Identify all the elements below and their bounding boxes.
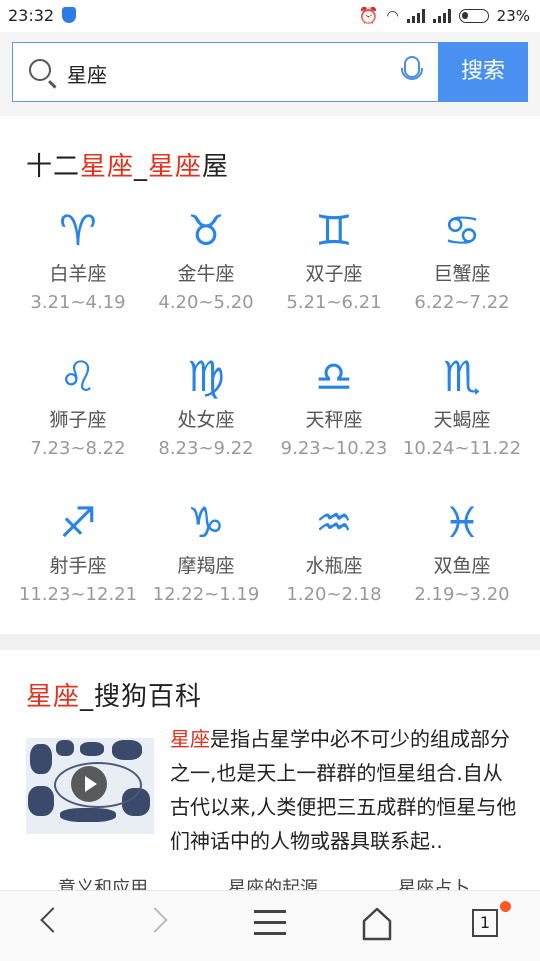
zodiac-name: 巨蟹座 — [433, 263, 491, 285]
zodiac-item-cancer[interactable]: ♋ 巨蟹座 6.22~7.22 — [398, 208, 526, 314]
baike-description[interactable]: 星座是指占星学中必不可少的组成部分之一,也是天上一群群的恒星组合.自从古代以来,… — [170, 722, 520, 858]
status-bar: 23:32 ⏰ ◠ 23% — [0, 0, 540, 32]
zodiac-date: 11.23~12.21 — [18, 584, 138, 605]
zodiac-name: 射手座 — [49, 555, 107, 577]
battery-icon — [458, 8, 489, 23]
sagittarius-icon: ♐ — [59, 498, 97, 547]
zodiac-name: 摩羯座 — [177, 555, 235, 577]
title-part: 屋 — [202, 152, 230, 182]
desc-text: 是指占星学中必不可少的组成部分之一,也是天上一群群的恒星组合.自从古代以来,人类… — [170, 727, 517, 853]
zodiac-item-taurus[interactable]: ♉ 金牛座 4.20~5.20 — [142, 208, 270, 314]
zodiac-item-leo[interactable]: ♌ 狮子座 7.23~8.22 — [14, 354, 142, 460]
search-icon — [29, 59, 51, 81]
search-button[interactable]: 搜索 — [438, 42, 528, 102]
home-icon[interactable] — [362, 907, 392, 941]
desc-highlight: 星座 — [170, 727, 210, 751]
title-highlight: 星座 — [148, 152, 203, 182]
zodiac-date: 2.19~3.20 — [414, 584, 510, 605]
signal-icon-2 — [432, 8, 451, 23]
zodiac-date: 1.20~2.18 — [286, 584, 382, 605]
leo-icon: ♌ — [59, 352, 97, 401]
zodiac-name: 水瓶座 — [305, 555, 363, 577]
zodiac-name: 白羊座 — [49, 263, 107, 285]
zodiac-card: 十二星座_星座屋 ♈ 白羊座 3.21~4.19 ♉ 金牛座 4.20~5.20 ♊ 双子… — [0, 118, 540, 634]
title-highlight: 星座 — [26, 682, 81, 712]
status-time: 23:32 — [8, 6, 55, 25]
virgo-icon: ♍ — [187, 352, 225, 401]
zodiac-item-virgo[interactable]: ♍ 处女座 8.23~9.22 — [142, 354, 270, 460]
zodiac-date: 7.23~8.22 — [30, 438, 126, 459]
baike-card: 星座_搜狗百科 星座是指占星学中必不可少的组成部分之一,也是天上一群群的恒星组合… — [0, 650, 540, 890]
libra-icon: ♎ — [315, 352, 353, 401]
zodiac-item-aries[interactable]: ♈ 白羊座 3.21~4.19 — [14, 208, 142, 314]
zodiac-name: 双鱼座 — [433, 555, 491, 577]
battery-percent: 23% — [496, 6, 530, 25]
related-link[interactable]: 星座占卜 — [398, 874, 470, 890]
related-link[interactable]: 意义和应用 — [58, 874, 148, 890]
zodiac-date: 9.23~10.23 — [280, 438, 388, 459]
search-query: 星座 — [67, 63, 107, 87]
forward-icon[interactable] — [142, 907, 168, 933]
search-input[interactable]: 星座 — [12, 42, 438, 102]
zodiac-card-title[interactable]: 十二星座_星座屋 — [26, 146, 229, 183]
scorpio-icon: ♏ — [443, 352, 481, 401]
zodiac-date: 4.20~5.20 — [158, 292, 254, 313]
baike-card-title[interactable]: 星座_搜狗百科 — [26, 676, 202, 713]
zodiac-item-scorpio[interactable]: ♏ 天蝎座 10.24~11.22 — [398, 354, 526, 460]
aries-icon: ♈ — [59, 206, 97, 255]
alarm-icon: ⏰ — [358, 6, 379, 25]
zodiac-name: 天秤座 — [305, 409, 363, 431]
related-link[interactable]: 星座的起源 — [228, 874, 318, 890]
title-highlight: 星座 — [80, 152, 135, 182]
tabs-button[interactable]: 1 — [472, 909, 498, 937]
back-icon[interactable] — [40, 907, 66, 933]
title-part: _ — [134, 152, 149, 182]
zodiac-date: 12.22~1.19 — [152, 584, 260, 605]
bottom-nav: 1 — [0, 890, 540, 961]
taurus-icon: ♉ — [187, 206, 225, 255]
gemini-icon: ♊ — [315, 206, 353, 255]
zodiac-name: 处女座 — [177, 409, 235, 431]
zodiac-date: 6.22~7.22 — [414, 292, 510, 313]
wifi-icon: ◠ — [386, 7, 399, 24]
title-part: 十二 — [26, 152, 81, 182]
video-thumbnail[interactable] — [26, 738, 154, 834]
search-bar: 星座 搜索 — [0, 32, 540, 116]
status-icons: ⏰ ◠ 23% — [359, 6, 530, 25]
shield-icon — [62, 7, 76, 23]
pisces-icon: ♓ — [443, 498, 481, 547]
notification-dot — [500, 901, 511, 912]
zodiac-name: 双子座 — [305, 263, 363, 285]
zodiac-item-gemini[interactable]: ♊ 双子座 5.21~6.21 — [270, 208, 398, 314]
zodiac-name: 金牛座 — [177, 263, 235, 285]
zodiac-item-libra[interactable]: ♎ 天秤座 9.23~10.23 — [270, 354, 398, 460]
zodiac-name: 天蝎座 — [433, 409, 491, 431]
capricorn-icon: ♑ — [187, 498, 225, 547]
zodiac-item-capricorn[interactable]: ♑ 摩羯座 12.22~1.19 — [142, 500, 270, 606]
microphone-icon[interactable] — [401, 56, 423, 80]
signal-icon — [406, 8, 425, 23]
title-part: _搜狗百科 — [80, 682, 203, 712]
section-divider — [0, 634, 540, 650]
menu-icon[interactable] — [254, 910, 286, 936]
zodiac-date: 3.21~4.19 — [30, 292, 126, 313]
aquarius-icon: ♒ — [315, 498, 353, 547]
play-icon[interactable] — [71, 766, 107, 802]
zodiac-date: 8.23~9.22 — [158, 438, 254, 459]
cancer-icon: ♋ — [443, 206, 481, 255]
zodiac-item-sagittarius[interactable]: ♐ 射手座 11.23~12.21 — [14, 500, 142, 606]
zodiac-date: 10.24~11.22 — [402, 438, 522, 459]
zodiac-date: 5.21~6.21 — [286, 292, 382, 313]
zodiac-item-pisces[interactable]: ♓ 双鱼座 2.19~3.20 — [398, 500, 526, 606]
zodiac-item-aquarius[interactable]: ♒ 水瓶座 1.20~2.18 — [270, 500, 398, 606]
zodiac-name: 狮子座 — [49, 409, 107, 431]
